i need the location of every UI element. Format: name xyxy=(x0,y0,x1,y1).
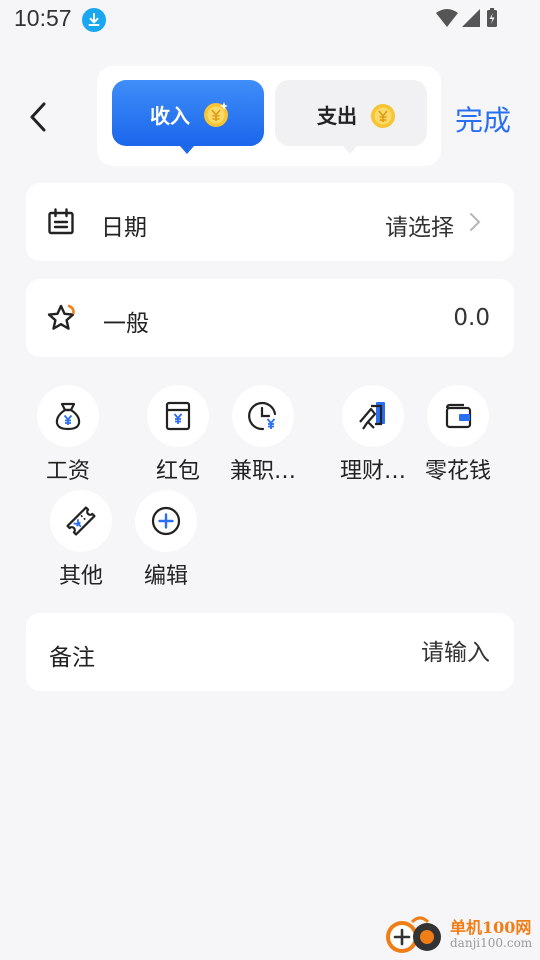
coin-icon xyxy=(204,102,228,127)
tab-income[interactable]: 收入 xyxy=(112,80,264,146)
investment-icon xyxy=(359,402,385,430)
status-time: 10:57 xyxy=(14,5,72,31)
tab-income-pointer xyxy=(180,146,194,154)
coin-icon xyxy=(371,104,395,128)
ticket-icon xyxy=(66,506,96,536)
income-expense-switch: 收入 支出 xyxy=(97,66,441,166)
note-row: 备注 xyxy=(26,613,514,691)
category-name: 工资 xyxy=(45,459,90,484)
category-pocket-money[interactable]: 零花钱 xyxy=(408,385,508,485)
status-icons xyxy=(436,8,500,34)
watermark: 单机100网 danji100.com xyxy=(382,910,536,958)
category-name: 编辑 xyxy=(143,564,188,589)
type-row[interactable]: 一般 0.0 xyxy=(26,279,514,357)
download-icon xyxy=(82,8,106,32)
done-button[interactable]: 完成 xyxy=(455,99,511,139)
category-part-time[interactable]: 兼职… xyxy=(213,385,313,485)
amount-value: 0.0 xyxy=(453,305,490,331)
wallet-icon xyxy=(445,403,472,429)
date-row[interactable]: 日期 请选择 xyxy=(26,183,514,261)
category-name: 零花钱 xyxy=(424,459,491,484)
date-value: 请选择 xyxy=(385,215,454,241)
category-edit[interactable]: 编辑 xyxy=(116,490,216,590)
tab-income-label: 收入 xyxy=(150,104,190,128)
battery-icon xyxy=(487,8,497,27)
watermark-title: 单机100网 xyxy=(450,918,532,937)
red-packet-icon xyxy=(165,401,191,431)
category-salary[interactable]: 工资 xyxy=(18,385,118,485)
chevron-right-icon xyxy=(470,213,481,231)
calendar-icon xyxy=(48,208,74,235)
money-bag-icon xyxy=(55,402,81,431)
note-input[interactable] xyxy=(290,637,490,669)
watermark-logo-icon xyxy=(386,916,441,953)
wifi-icon xyxy=(436,9,458,27)
star-icon xyxy=(47,304,75,330)
status-bar: 10:57 xyxy=(0,0,540,38)
tab-expense-label: 支出 xyxy=(317,104,357,128)
plus-circle-icon xyxy=(151,506,181,536)
tab-expense-pointer xyxy=(343,146,357,154)
note-label: 备注 xyxy=(49,645,95,671)
clock-yen-icon xyxy=(248,401,277,431)
date-label: 日期 xyxy=(101,215,147,241)
back-button[interactable] xyxy=(22,98,56,136)
chevron-left-icon xyxy=(30,102,46,132)
type-label: 一般 xyxy=(103,311,149,337)
tab-expense[interactable]: 支出 xyxy=(275,80,427,146)
watermark-url: danji100.com xyxy=(450,936,533,950)
category-name: 兼职… xyxy=(229,459,296,484)
signal-icon xyxy=(462,9,480,27)
